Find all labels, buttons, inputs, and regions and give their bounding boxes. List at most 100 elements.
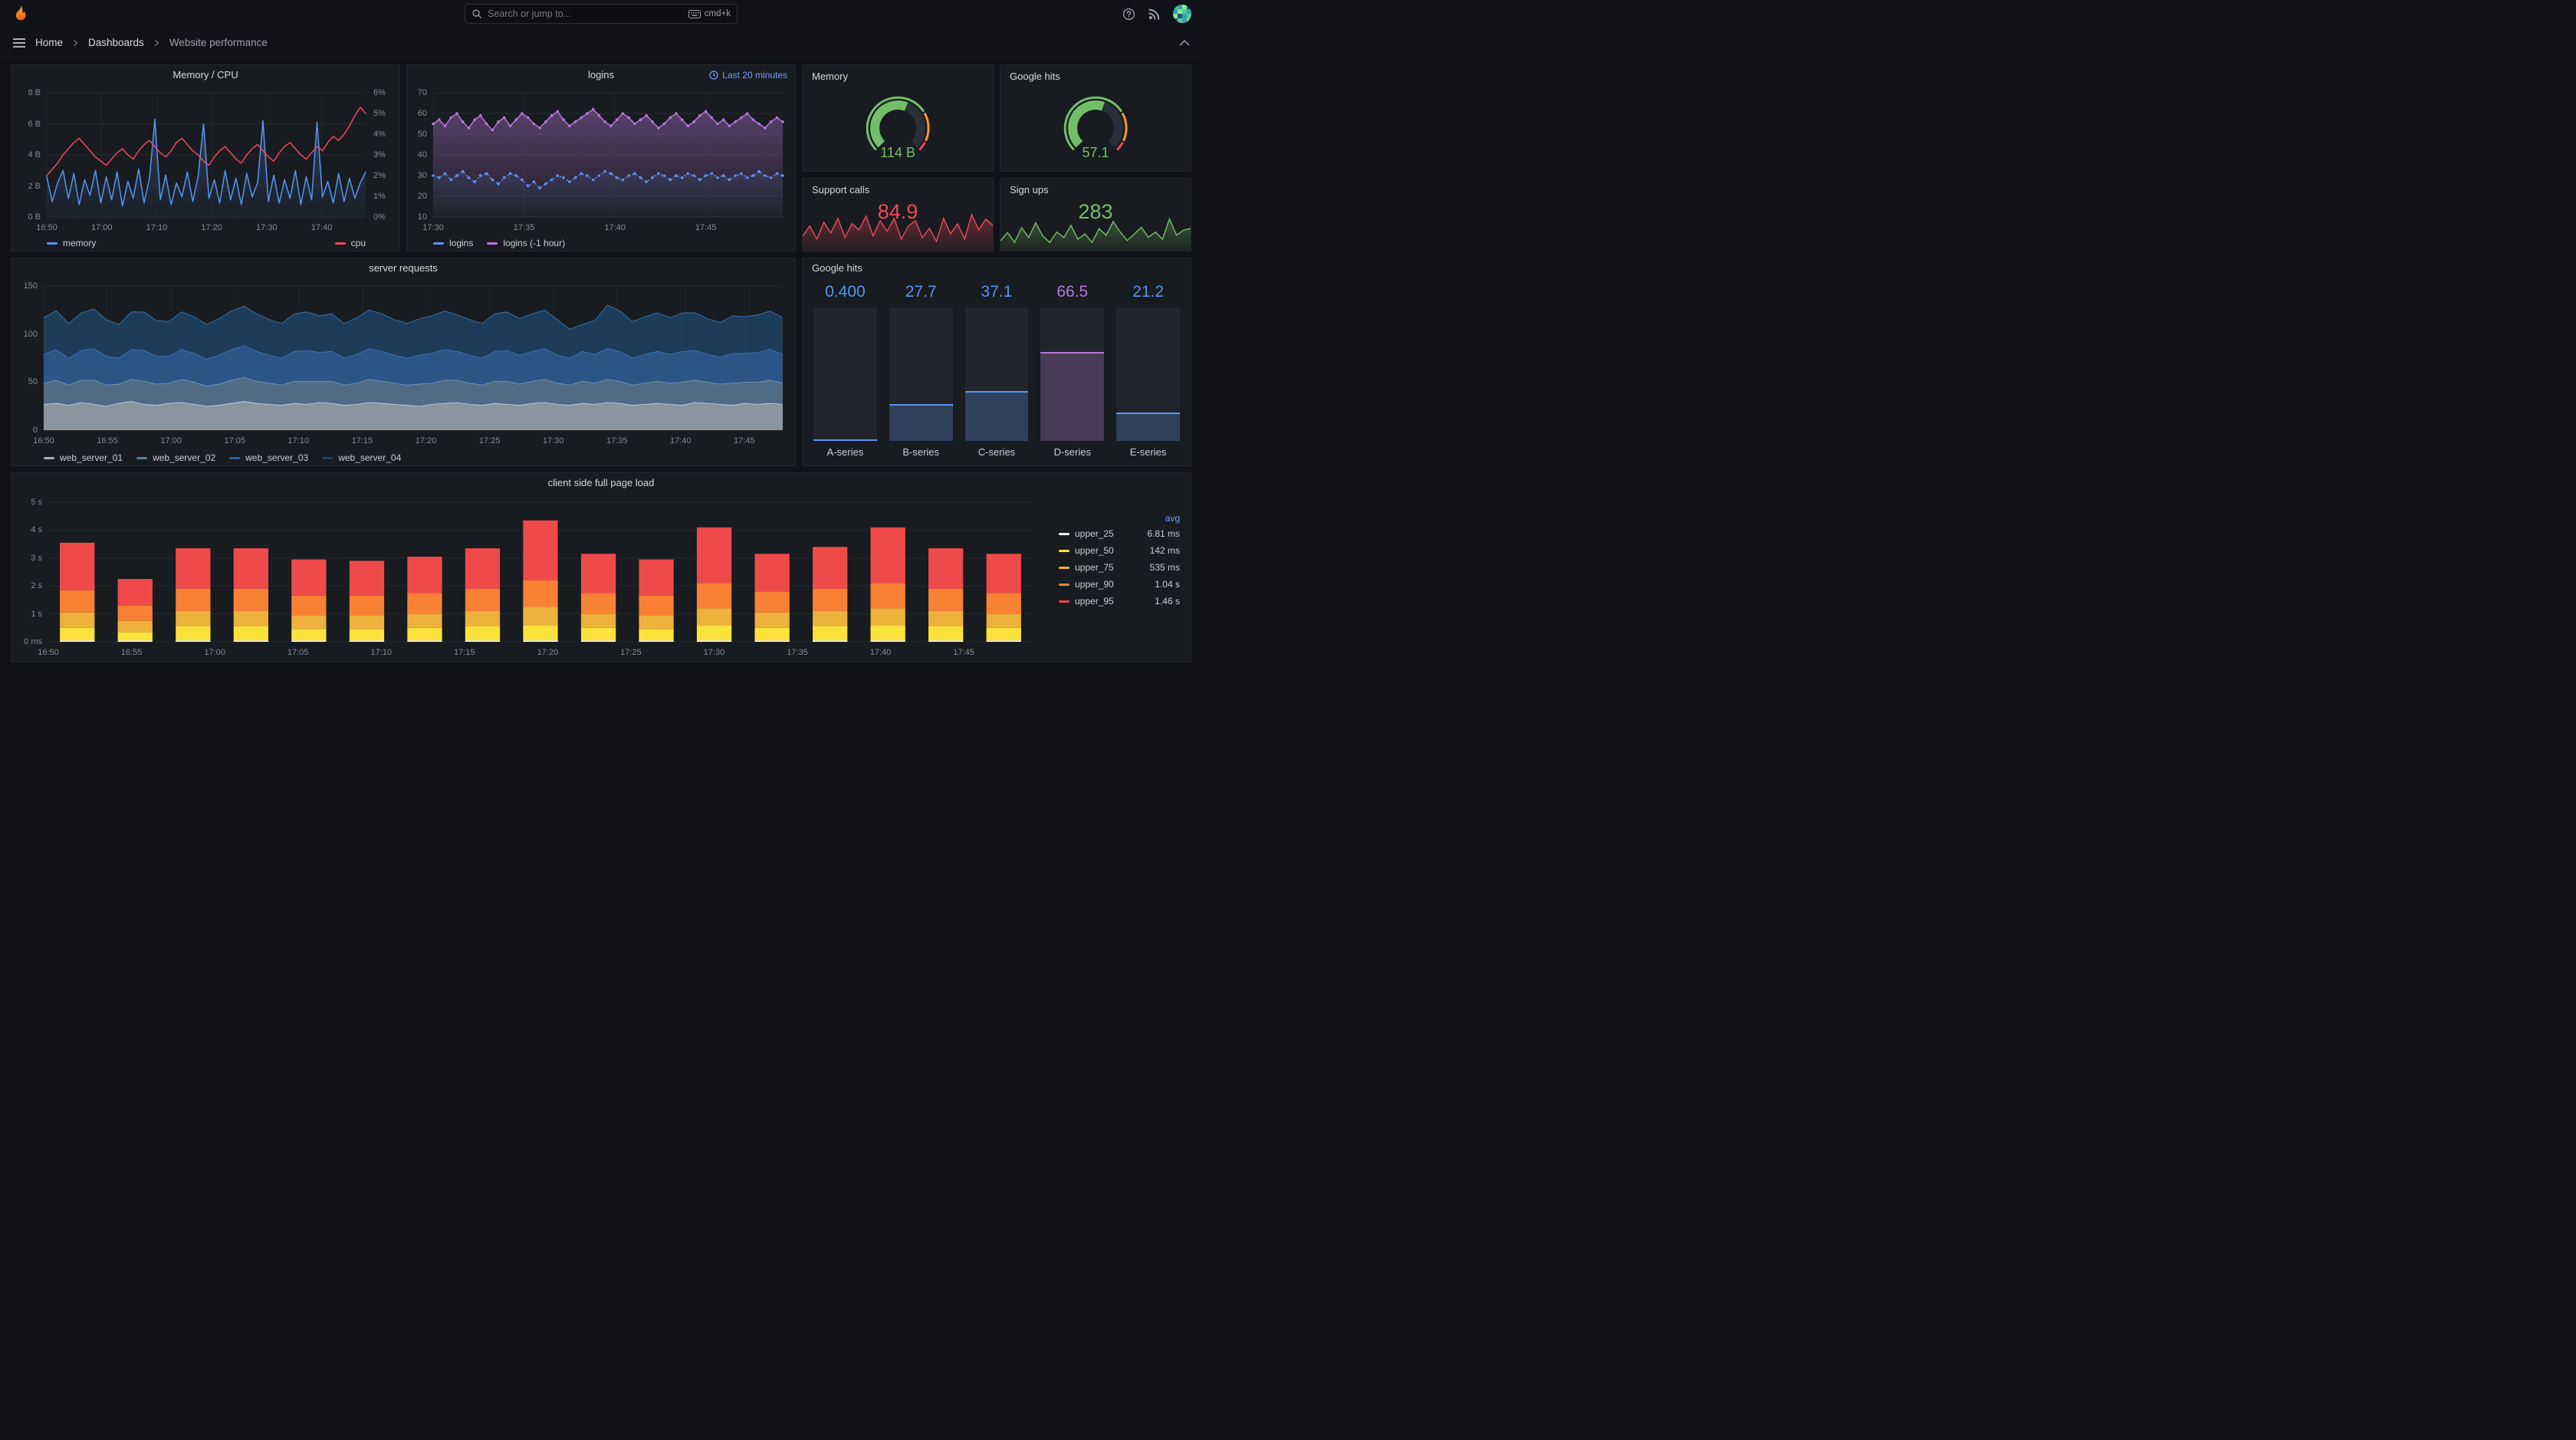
logins-chart[interactable]: 70 60 50 40 30 20 10 17:30 17:35 17:40 17:45 logins… bbox=[407, 85, 795, 251]
legend-item-web_server_04[interactable]: web_server_04 bbox=[322, 452, 401, 463]
x-axis-label: 17:05 bbox=[224, 436, 245, 445]
clock-icon bbox=[709, 71, 718, 80]
panel-title[interactable]: Google hits bbox=[803, 258, 1191, 278]
legend-row-upper_50[interactable]: upper_50 142 ms bbox=[1059, 545, 1180, 556]
y-axis-label: 0 B bbox=[28, 212, 41, 222]
topbar-actions bbox=[1122, 5, 1191, 23]
bar-gauge-label: B-series bbox=[902, 446, 940, 458]
legend-item-web_server_01[interactable]: web_server_01 bbox=[44, 452, 123, 463]
legend-row-upper_75[interactable]: upper_75 535 ms bbox=[1059, 562, 1180, 573]
breadcrumb-current-page: Website performance bbox=[169, 37, 268, 48]
x-axis-label: 17:00 bbox=[204, 648, 225, 657]
x-axis-label: 16:50 bbox=[36, 223, 58, 232]
grafana-logo[interactable] bbox=[11, 4, 31, 24]
bar-gauge-E-series[interactable]: 21.2 E-series bbox=[1116, 283, 1180, 458]
x-axis-label: 16:50 bbox=[33, 436, 54, 445]
collapse-controls-button[interactable] bbox=[1179, 39, 1190, 46]
y-axis-label: 4 s bbox=[31, 525, 42, 535]
legend: web_server_01 web_server_02 web_server_03 w… bbox=[44, 452, 401, 463]
top-navigation-bar: cmd+k bbox=[0, 0, 1202, 28]
y-axis-label: 8 B bbox=[28, 88, 41, 97]
panel-title[interactable]: Memory / CPU bbox=[12, 65, 399, 85]
x-axis-label: 17:15 bbox=[454, 648, 475, 657]
server-requests-chart[interactable]: 150 100 50 0 16:50 16:55 17:00 17:05 17:10 17:15 1… bbox=[12, 278, 795, 465]
legend-row-upper_90[interactable]: upper_90 1.04 s bbox=[1059, 579, 1180, 590]
legend-item-cpu[interactable]: cpu bbox=[334, 238, 366, 248]
panel-google-hits-gauge: Google hits 57.1 bbox=[1000, 64, 1191, 172]
legend-row-upper_25[interactable]: upper_25 6.81 ms bbox=[1059, 528, 1180, 539]
panel-title[interactable]: Sign ups bbox=[1001, 179, 1191, 196]
breadcrumb-dashboards[interactable]: Dashboards bbox=[88, 37, 144, 48]
bar-gauge-A-series[interactable]: 0.400 A-series bbox=[813, 283, 877, 458]
gauge-svg: 114 B bbox=[866, 96, 930, 160]
legend-item-logins[interactable]: logins bbox=[433, 238, 473, 248]
help-button[interactable] bbox=[1122, 8, 1135, 21]
x-axis-label: 17:10 bbox=[370, 648, 392, 657]
user-avatar[interactable] bbox=[1173, 5, 1191, 23]
bar-gauge-value: 37.1 bbox=[981, 283, 1013, 301]
gauge-svg: 57.1 bbox=[1063, 96, 1128, 160]
x-axis-label: 17:20 bbox=[537, 648, 559, 657]
search-input[interactable] bbox=[488, 8, 683, 19]
panel-logins: logins Last 20 minutes 70 60 50 40 30 20 10 17:… bbox=[406, 64, 796, 252]
support-calls-value: 84.9 bbox=[877, 200, 918, 223]
search-icon bbox=[472, 9, 482, 19]
x-axis-label: 17:30 bbox=[542, 436, 564, 445]
bar-gauge-label: E-series bbox=[1129, 446, 1167, 458]
x-axis-label: 17:20 bbox=[415, 436, 437, 445]
panel-time-range[interactable]: Last 20 minutes bbox=[709, 70, 787, 81]
y-axis-label: 1 s bbox=[31, 609, 42, 619]
panel-page-load: client side full page load 5 s 4 s 3 s 2 s 1… bbox=[11, 472, 1191, 662]
bar-gauge-C-series[interactable]: 37.1 C-series bbox=[964, 283, 1029, 458]
avatar-image bbox=[1173, 5, 1191, 23]
x-axis-label: 17:05 bbox=[287, 648, 309, 657]
search-box[interactable]: cmd+k bbox=[465, 4, 738, 24]
bar-gauge-label: C-series bbox=[978, 446, 1016, 458]
help-circle-icon bbox=[1122, 8, 1135, 20]
y-axis-label: 0% bbox=[373, 212, 386, 222]
bar-gauge-D-series[interactable]: 66.5 D-series bbox=[1040, 283, 1105, 458]
y-axis-label: 60 bbox=[417, 109, 427, 118]
panel-title[interactable]: Support calls bbox=[803, 179, 993, 196]
x-axis-label: 17:25 bbox=[478, 436, 501, 445]
bar-gauge-value: 0.400 bbox=[825, 283, 866, 301]
panel-title[interactable]: Google hits bbox=[1001, 65, 1191, 82]
legend: memory cpu bbox=[47, 238, 366, 248]
y-axis-label: 20 bbox=[417, 192, 427, 201]
menu-toggle-button[interactable] bbox=[12, 38, 26, 48]
x-axis-label: 17:40 bbox=[310, 223, 333, 232]
bar-gauge-B-series[interactable]: 27.7 B-series bbox=[889, 283, 953, 458]
x-axis-label: 16:50 bbox=[38, 648, 59, 657]
panel-title[interactable]: client side full page load bbox=[12, 473, 1191, 493]
y-axis-label: 30 bbox=[417, 171, 427, 180]
y-axis-label: 0 bbox=[32, 426, 38, 435]
panel-title[interactable]: Memory bbox=[803, 65, 993, 82]
legend-item-web_server_02[interactable]: web_server_02 bbox=[136, 452, 215, 463]
legend: logins logins (-1 hour) bbox=[433, 238, 565, 248]
hamburger-icon bbox=[13, 38, 25, 48]
y-axis-label: 10 bbox=[417, 212, 427, 222]
legend-row-upper_95[interactable]: upper_95 1.46 s bbox=[1059, 596, 1180, 607]
time-range-label: Last 20 minutes bbox=[722, 70, 787, 81]
panel-title[interactable]: server requests bbox=[12, 258, 795, 278]
legend-avg-header[interactable]: avg bbox=[1059, 513, 1180, 524]
y-axis-label: 150 bbox=[23, 281, 38, 291]
memory-cpu-chart[interactable]: 8 B 6 B 4 B 2 B 0 B 6% 5% 4% 3% 2% 1% 0% 16:50 17:00 1… bbox=[12, 85, 399, 251]
bar-gauge-track bbox=[964, 307, 1029, 441]
page-load-chart[interactable]: 5 s 4 s 3 s 2 s 1 s 0 ms 16:50 16:55 17:00 17:05 1… bbox=[12, 493, 1191, 662]
google-hits-bar-gauge: 0.400 A-series 27.7 B-series 37.1 C-series 66.… bbox=[803, 278, 1191, 465]
chart-svg bbox=[48, 501, 1033, 643]
legend-item-web_server_03[interactable]: web_server_03 bbox=[229, 452, 308, 463]
x-axis-label: 17:00 bbox=[90, 223, 113, 232]
y-axis-label: 2 s bbox=[31, 581, 42, 591]
legend-item-logins (-1 hour)[interactable]: logins (-1 hour) bbox=[487, 238, 565, 248]
bar-gauge-fill bbox=[964, 391, 1029, 441]
news-feed-button[interactable] bbox=[1148, 8, 1161, 21]
breadcrumb-home[interactable]: Home bbox=[35, 37, 63, 48]
bar-gauge-fill bbox=[889, 403, 953, 441]
support-calls-sparkline: 84.9 bbox=[803, 196, 993, 251]
legend-item-memory[interactable]: memory bbox=[47, 238, 96, 248]
y-axis-label: 100 bbox=[23, 329, 38, 339]
svg-text:57.1: 57.1 bbox=[1082, 145, 1109, 160]
bar-gauge-track bbox=[813, 307, 877, 441]
